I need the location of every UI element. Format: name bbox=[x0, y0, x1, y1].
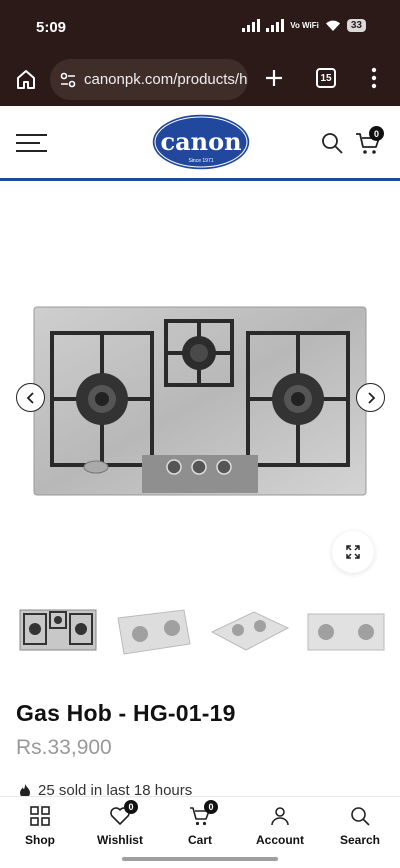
address-bar[interactable]: canonpk.com/products/h bbox=[50, 59, 248, 100]
status-time: 5:09 bbox=[36, 19, 67, 36]
thumbnail-4[interactable] bbox=[306, 604, 386, 656]
new-tab-icon[interactable] bbox=[262, 66, 286, 90]
chevron-left-icon bbox=[26, 391, 34, 404]
battery-indicator: 33 bbox=[346, 19, 366, 32]
thumbnail-2[interactable] bbox=[114, 604, 194, 656]
home-indicator[interactable] bbox=[122, 857, 278, 861]
next-image-button[interactable] bbox=[356, 383, 385, 412]
search-icon bbox=[351, 807, 370, 826]
vowifi-label: Vo WiFi bbox=[290, 20, 319, 30]
gesture-bar bbox=[0, 852, 400, 868]
signal-icon-2 bbox=[266, 19, 285, 32]
expand-icon bbox=[346, 545, 360, 559]
canon-logo[interactable]: canon Since 1971 bbox=[150, 112, 252, 172]
home-icon[interactable] bbox=[14, 68, 38, 92]
nav-search-label: Search bbox=[339, 833, 381, 847]
hamburger-menu-icon[interactable] bbox=[16, 133, 47, 153]
site-settings-icon[interactable] bbox=[58, 70, 78, 90]
status-icons: Vo WiFi 33 bbox=[242, 19, 366, 32]
chevron-right-icon bbox=[367, 391, 375, 404]
thumbnail-1[interactable] bbox=[18, 604, 98, 656]
wifi-icon bbox=[325, 20, 340, 31]
thumbnail-3[interactable] bbox=[210, 604, 290, 656]
product-price: Rs.33,900 bbox=[16, 736, 112, 759]
nav-shop[interactable]: Shop bbox=[0, 797, 80, 852]
user-icon bbox=[271, 807, 289, 826]
logo-text: canon bbox=[160, 127, 241, 156]
product-image[interactable] bbox=[32, 305, 368, 497]
bottom-navigation: Shop 0 Wishlist 0 Cart Account Search bbox=[0, 796, 400, 852]
nav-search[interactable]: Search bbox=[320, 797, 400, 852]
nav-account[interactable]: Account bbox=[240, 797, 320, 852]
nav-cart-label: Cart bbox=[187, 833, 212, 847]
nav-wishlist[interactable]: 0 Wishlist bbox=[80, 797, 160, 852]
logo-subtext: Since 1971 bbox=[188, 158, 213, 164]
signal-icon bbox=[242, 19, 261, 32]
tab-switcher-button[interactable]: 15 bbox=[316, 68, 336, 88]
site-header: canon Since 1971 bbox=[0, 106, 400, 178]
nav-cart[interactable]: 0 Cart bbox=[160, 797, 240, 852]
product-gallery bbox=[0, 181, 400, 586]
more-options-icon[interactable] bbox=[368, 66, 380, 90]
grid-icon bbox=[30, 806, 50, 826]
zoom-button[interactable] bbox=[332, 531, 374, 573]
browser-toolbar: canonpk.com/products/h 15 bbox=[0, 56, 400, 106]
cart-count-badge: 0 bbox=[369, 126, 384, 141]
previous-image-button[interactable] bbox=[16, 383, 45, 412]
nav-shop-label: Shop bbox=[25, 833, 55, 847]
status-bar: 5:09 Vo WiFi 33 bbox=[0, 0, 400, 56]
nav-account-label: Account bbox=[256, 833, 304, 847]
wishlist-count-badge: 0 bbox=[124, 800, 138, 814]
search-icon[interactable] bbox=[320, 131, 344, 155]
nav-wishlist-label: Wishlist bbox=[97, 833, 143, 847]
cart-nav-count-badge: 0 bbox=[204, 800, 218, 814]
url-text: canonpk.com/products/h bbox=[84, 71, 248, 88]
thumbnail-strip bbox=[18, 604, 400, 660]
product-title: Gas Hob - HG-01-19 bbox=[16, 700, 236, 726]
